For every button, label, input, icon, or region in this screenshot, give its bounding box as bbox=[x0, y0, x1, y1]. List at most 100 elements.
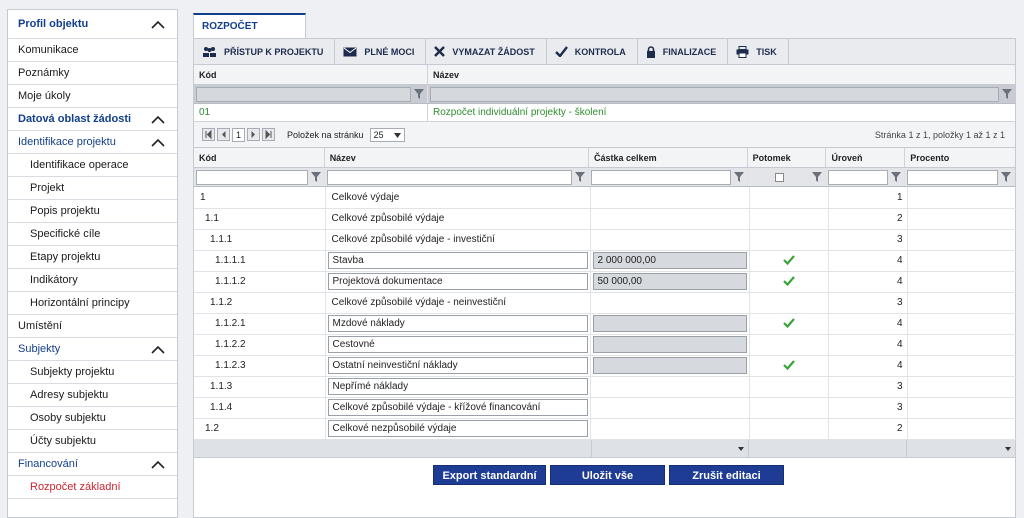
sidebar-item-20[interactable]: Rozpočet základní bbox=[8, 476, 177, 499]
row-amount-input[interactable] bbox=[592, 315, 747, 332]
row-name-cell[interactable]: Celkové způsobilé výdaje - křížové finan… bbox=[325, 397, 591, 419]
sidebar-item-3[interactable]: Moje úkoly bbox=[8, 85, 177, 108]
toolbar-button-2[interactable]: VYMAZAT ŽÁDOST bbox=[426, 39, 547, 64]
filter-icon[interactable] bbox=[310, 171, 322, 183]
toolbar-button-5[interactable]: TISK bbox=[728, 39, 789, 64]
sidebar-item-0[interactable]: Profil objektu bbox=[8, 10, 177, 39]
per-page-select[interactable]: 25 bbox=[369, 127, 405, 142]
chevron-up-icon[interactable] bbox=[151, 460, 165, 469]
row-name-cell[interactable]: Celkové nezpůsobilé výdaje bbox=[325, 418, 591, 440]
grid-col-3[interactable]: Potomek bbox=[748, 148, 827, 167]
row-name-input[interactable]: Cestovné bbox=[327, 336, 588, 353]
sidebar-item-14[interactable]: Subjekty bbox=[8, 338, 177, 361]
table-row[interactable]: 1 Celkové výdaje 1 bbox=[194, 187, 1017, 209]
sidebar-item-4[interactable]: Datová oblast žádosti bbox=[8, 108, 177, 131]
row-name-input[interactable]: Celkové způsobilé výdaje - křížové finan… bbox=[327, 399, 588, 416]
filter-icon[interactable] bbox=[574, 171, 586, 183]
toolbar-button-0[interactable]: PŘÍSTUP K PROJEKTU bbox=[194, 39, 336, 64]
cancel-edit-button[interactable]: Zrušit editaci bbox=[669, 464, 784, 485]
grid-col-0[interactable]: Kód bbox=[194, 148, 325, 167]
table-row[interactable]: 1.1.2.1 Mzdové náklady 4 bbox=[194, 313, 1017, 335]
row-name-input[interactable]: Nepřímé náklady bbox=[327, 378, 588, 395]
sidebar-item-8[interactable]: Popis projektu bbox=[8, 200, 177, 223]
filter-icon[interactable] bbox=[811, 171, 823, 183]
chevron-up-icon[interactable] bbox=[151, 20, 165, 29]
filter-icon[interactable] bbox=[890, 171, 902, 183]
row-name-input[interactable]: Celkové nezpůsobilé výdaje bbox=[327, 420, 588, 437]
row-name-cell[interactable]: Ostatní neinvestiční náklady bbox=[325, 355, 591, 377]
row-name-input[interactable]: Projektová dokumentace bbox=[327, 273, 588, 290]
filter-icon[interactable] bbox=[1001, 88, 1013, 100]
row-name-cell[interactable]: Nepřímé náklady bbox=[325, 376, 591, 398]
row-name-cell[interactable]: Projektová dokumentace bbox=[325, 271, 591, 293]
row-name-cell[interactable]: Stavba bbox=[325, 250, 591, 272]
top-col-name[interactable]: Název bbox=[428, 65, 1015, 84]
toolbar-button-3[interactable]: KONTROLA bbox=[547, 39, 638, 64]
table-row[interactable]: 1.1.2.2 Cestovné 4 bbox=[194, 334, 1017, 356]
sidebar-item-13[interactable]: Umístění bbox=[8, 315, 177, 338]
sidebar-item-15[interactable]: Subjekty projektu bbox=[8, 361, 177, 384]
sidebar-item-10[interactable]: Etapy projektu bbox=[8, 246, 177, 269]
chevron-up-icon[interactable] bbox=[151, 138, 165, 147]
grid-filter-input-0[interactable] bbox=[196, 169, 308, 185]
sidebar-item-16[interactable]: Adresy subjektu bbox=[8, 384, 177, 407]
sidebar-item-6[interactable]: Identifikace operace bbox=[8, 154, 177, 177]
sidebar-item-12[interactable]: Horizontální principy bbox=[8, 292, 177, 315]
row-name-input[interactable]: Stavba bbox=[327, 252, 588, 269]
row-name-input[interactable]: Ostatní neinvestiční náklady bbox=[327, 357, 588, 374]
tab-rozpocet-zakladni[interactable]: ROZPOČET ZÁKLADNÍ bbox=[193, 13, 306, 55]
table-row[interactable]: 1.1.3 Nepřímé náklady 3 bbox=[194, 376, 1017, 398]
top-grid-row[interactable]: 01 Rozpočet individuální projekty - škol… bbox=[194, 104, 1015, 122]
row-amount-cell[interactable]: 50 000,00 bbox=[590, 271, 750, 293]
table-row[interactable]: 1.2 Celkové nezpůsobilé výdaje 2 bbox=[194, 418, 1017, 440]
row-amount-input[interactable] bbox=[592, 336, 747, 353]
export-standard-button[interactable]: Export standardní bbox=[433, 464, 546, 485]
row-name-cell[interactable]: Mzdové náklady bbox=[325, 313, 591, 335]
sidebar-item-17[interactable]: Osoby subjektu bbox=[8, 407, 177, 430]
grid-filter-input-4[interactable] bbox=[828, 169, 889, 185]
percent-footer-dropdown[interactable] bbox=[907, 440, 1015, 457]
grid-col-5[interactable]: Procento bbox=[905, 148, 1015, 167]
last-page-button[interactable] bbox=[262, 128, 275, 141]
grid-col-2[interactable]: Částka celkem bbox=[589, 148, 748, 167]
toolbar-button-1[interactable]: PLNÉ MOCI bbox=[335, 39, 427, 64]
grid-filter-input-5[interactable] bbox=[907, 169, 998, 185]
child-filter-checkbox[interactable] bbox=[775, 172, 785, 182]
next-page-button[interactable] bbox=[247, 128, 260, 141]
page-number-input[interactable]: 1 bbox=[232, 127, 245, 142]
top-code-filter-input[interactable] bbox=[196, 86, 411, 102]
table-row[interactable]: 1.1.4 Celkové způsobilé výdaje - křížové … bbox=[194, 397, 1017, 419]
top-name-filter-input[interactable] bbox=[430, 86, 999, 102]
chevron-up-icon[interactable] bbox=[151, 345, 165, 354]
sidebar-item-2[interactable]: Poznámky bbox=[8, 62, 177, 85]
row-amount-cell[interactable]: 2 000 000,00 bbox=[590, 250, 750, 272]
row-amount-input[interactable]: 2 000 000,00 bbox=[592, 252, 747, 269]
grid-col-4[interactable]: Úroveň bbox=[826, 148, 906, 167]
row-amount-cell[interactable] bbox=[590, 334, 750, 356]
chevron-up-icon[interactable] bbox=[151, 115, 165, 124]
prev-page-button[interactable] bbox=[217, 128, 230, 141]
top-col-code[interactable]: Kód bbox=[194, 65, 428, 84]
row-amount-cell[interactable] bbox=[590, 355, 750, 377]
grid-filter-input-2[interactable] bbox=[591, 169, 731, 185]
row-name-cell[interactable]: Cestovné bbox=[325, 334, 591, 356]
table-row[interactable]: 1.1.2 Celkové způsobilé výdaje - neinvest… bbox=[194, 292, 1017, 314]
sidebar-item-18[interactable]: Účty subjektu bbox=[8, 430, 177, 453]
grid-filter-input-1[interactable] bbox=[326, 169, 573, 185]
grid-col-1[interactable]: Název bbox=[325, 148, 590, 167]
filter-icon[interactable] bbox=[1000, 171, 1012, 183]
save-all-button[interactable]: Uložit vše bbox=[550, 464, 665, 485]
sidebar-item-9[interactable]: Specifické cíle bbox=[8, 223, 177, 246]
filter-icon[interactable] bbox=[733, 171, 745, 183]
row-amount-input[interactable] bbox=[592, 357, 747, 374]
sidebar-item-11[interactable]: Indikátory bbox=[8, 269, 177, 292]
table-row[interactable]: 1.1.2.3 Ostatní neinvestiční náklady 4 bbox=[194, 355, 1017, 377]
row-amount-cell[interactable] bbox=[590, 313, 750, 335]
filter-icon[interactable] bbox=[413, 88, 425, 100]
table-row[interactable]: 1.1 Celkové způsobilé výdaje 2 bbox=[194, 208, 1017, 230]
sidebar-item-7[interactable]: Projekt bbox=[8, 177, 177, 200]
amount-footer-dropdown[interactable] bbox=[592, 439, 749, 457]
first-page-button[interactable] bbox=[202, 128, 215, 141]
sidebar-item-1[interactable]: Komunikace bbox=[8, 39, 177, 62]
sidebar-item-19[interactable]: Financování bbox=[8, 453, 177, 476]
